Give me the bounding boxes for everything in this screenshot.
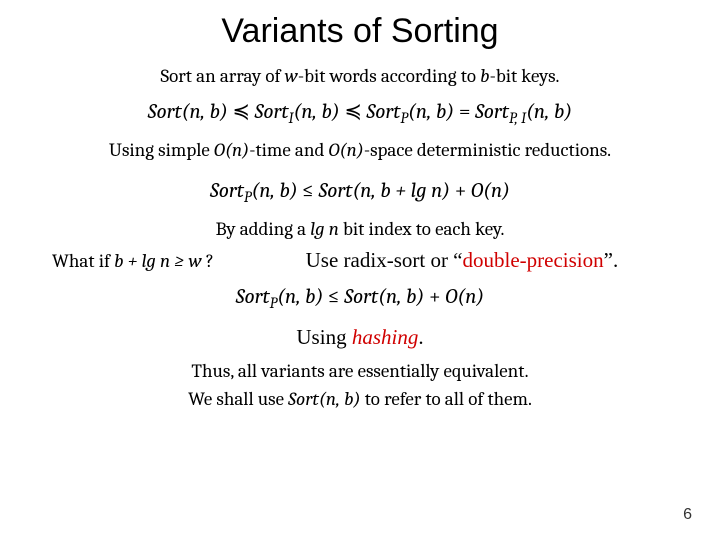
ans-b: ”.	[604, 248, 619, 272]
sorth-2: Sort	[344, 285, 378, 309]
red-b: -time and	[249, 139, 328, 161]
idx-b: bit index to each key.	[339, 218, 505, 240]
intro-b: -bit words according to	[298, 65, 480, 87]
closing-2: We shall use Sort(n, b) to refer to all …	[30, 388, 690, 410]
sortp-1: Sort	[210, 179, 244, 203]
whatif-question: What if b + lg n ≥ w ?	[30, 250, 214, 272]
intro-line: Sort an array of w-bit words according t…	[30, 65, 690, 87]
onh: O(n)	[445, 285, 484, 309]
var-w: w	[285, 65, 298, 87]
arg-4: (n, b)	[526, 100, 572, 124]
inequality-chain: Sort(n, b) ≼ SortI(n, b) ≼ SortP(n, b) =…	[30, 99, 690, 127]
arg-3: (n, b)	[408, 100, 454, 124]
inequality-p-lg: SortP(n, b) ≤ Sort(n, b + lg n) + O(n)	[30, 179, 690, 206]
op-1: ≼	[228, 100, 255, 124]
inequality-p-hash: SortP(n, b) ≤ Sort(n, b) + O(n)	[30, 285, 690, 312]
whatif-cond: b + lg n ≥ w	[114, 250, 202, 272]
sub-4: P, I	[509, 109, 526, 127]
hash-b: hashing	[352, 325, 419, 349]
intro-c: -bit keys.	[490, 65, 560, 87]
idx-a: By adding a	[216, 218, 311, 240]
var-b: b	[480, 65, 489, 87]
close-a: We shall use	[188, 388, 288, 410]
closing-1: Thus, all variants are essentially equiv…	[30, 360, 690, 382]
arg-1: (n, b)	[182, 100, 228, 124]
whatif-answer: Use radix-sort or “double-precision”.	[214, 248, 690, 273]
argp-2: (n, b + lg n)	[352, 179, 450, 203]
red-a: Using simple	[109, 139, 214, 161]
sub-3: P	[400, 109, 408, 127]
close-arg: (n, b)	[319, 388, 361, 410]
whatif-row: What if b + lg n ≥ w ? Use radix-sort or…	[30, 248, 690, 273]
argh-1: (n, b)	[277, 285, 323, 309]
le-1: ≤	[298, 179, 319, 203]
on-2: O(n)	[329, 139, 364, 161]
argp-1: (n, b)	[252, 179, 298, 203]
eq: =	[454, 100, 475, 124]
lgn: lg n	[310, 218, 339, 240]
sort-3: Sort	[367, 100, 401, 124]
sorth-1: Sort	[236, 285, 270, 309]
sort-4: Sort	[475, 100, 509, 124]
hashing-line: Using hashing.	[30, 325, 690, 350]
on-1: O(n)	[214, 139, 249, 161]
whatif-prefix: What if	[52, 250, 114, 272]
close-b: to refer to all of them.	[361, 388, 532, 410]
onp: O(n)	[471, 179, 510, 203]
red-c: -space deterministic reductions.	[364, 139, 611, 161]
ans-a: Use radix-sort or “	[306, 248, 463, 272]
hash-a: Using	[296, 325, 351, 349]
reductions-line: Using simple O(n)-time and O(n)-space de…	[30, 139, 690, 161]
argh-2: (n, b)	[378, 285, 424, 309]
sortp-2: Sort	[319, 179, 353, 203]
intro-a: Sort an array of	[161, 65, 285, 87]
sort-2: Sort	[255, 100, 289, 124]
index-line: By adding a lg n bit index to each key.	[30, 218, 690, 240]
close-fn: Sort	[288, 388, 319, 410]
op-2: ≼	[340, 100, 367, 124]
sort-1: Sort	[148, 100, 182, 124]
ans-red: double-precision	[463, 248, 604, 272]
slide-title: Variants of Sorting	[30, 12, 690, 51]
whatif-q: ?	[202, 250, 214, 272]
plus-2: +	[424, 285, 445, 309]
arg-2: (n, b)	[294, 100, 340, 124]
hash-c: .	[418, 325, 423, 349]
subp-1: P	[244, 188, 252, 206]
page-number: 6	[683, 506, 692, 524]
le-2: ≤	[323, 285, 344, 309]
plus-1: +	[450, 179, 471, 203]
